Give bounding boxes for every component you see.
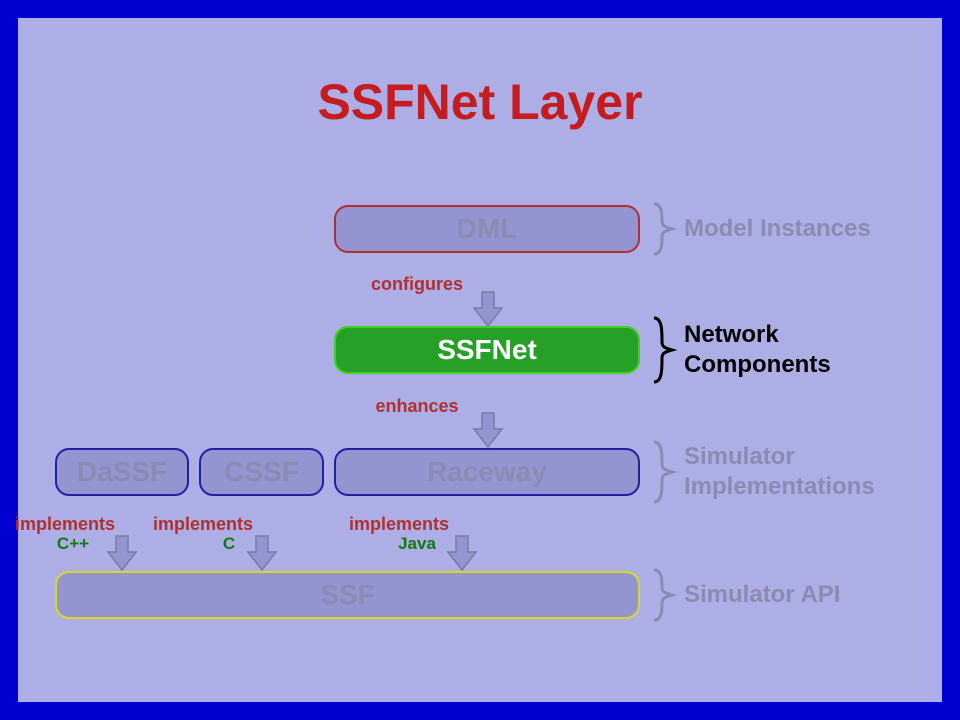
lang-dassf: C++ bbox=[38, 534, 108, 554]
label-configures: configures bbox=[362, 274, 472, 295]
page-title: SSFNet Layer bbox=[18, 73, 942, 131]
brace-model-instances bbox=[652, 204, 674, 254]
brace-simulator-implementations bbox=[652, 442, 674, 502]
label-simulator-api: Simulator API bbox=[684, 580, 840, 610]
arrow-impl-dassf bbox=[108, 536, 136, 570]
arrow-enhances bbox=[474, 413, 502, 447]
box-raceway: Raceway bbox=[334, 448, 640, 496]
slide-frame: SSFNet Layer DML SSFNet DaSSF CSSF Racew… bbox=[0, 0, 960, 720]
brace-network-components bbox=[652, 318, 674, 382]
label-impl-cssf: implements bbox=[148, 514, 258, 535]
arrow-configures bbox=[474, 292, 502, 326]
label-impl-raceway: implements bbox=[344, 514, 454, 535]
label-network-components: Network Components bbox=[684, 320, 831, 380]
box-ssfnet: SSFNet bbox=[334, 326, 640, 374]
box-dml: DML bbox=[334, 205, 640, 253]
label-model-instances: Model Instances bbox=[684, 214, 871, 244]
lang-cssf: C bbox=[204, 534, 254, 554]
box-cssf: CSSF bbox=[199, 448, 324, 496]
label-enhances: enhances bbox=[362, 396, 472, 417]
label-simulator-implementations: Simulator Implementations bbox=[684, 442, 875, 502]
lang-raceway: Java bbox=[382, 534, 452, 554]
arrow-impl-raceway bbox=[448, 536, 476, 570]
label-impl-dassf: implements bbox=[10, 514, 120, 535]
brace-simulator-api bbox=[652, 570, 674, 620]
slide-canvas: SSFNet Layer DML SSFNet DaSSF CSSF Racew… bbox=[18, 18, 942, 702]
box-dassf: DaSSF bbox=[55, 448, 189, 496]
box-ssf: SSF bbox=[55, 571, 640, 619]
